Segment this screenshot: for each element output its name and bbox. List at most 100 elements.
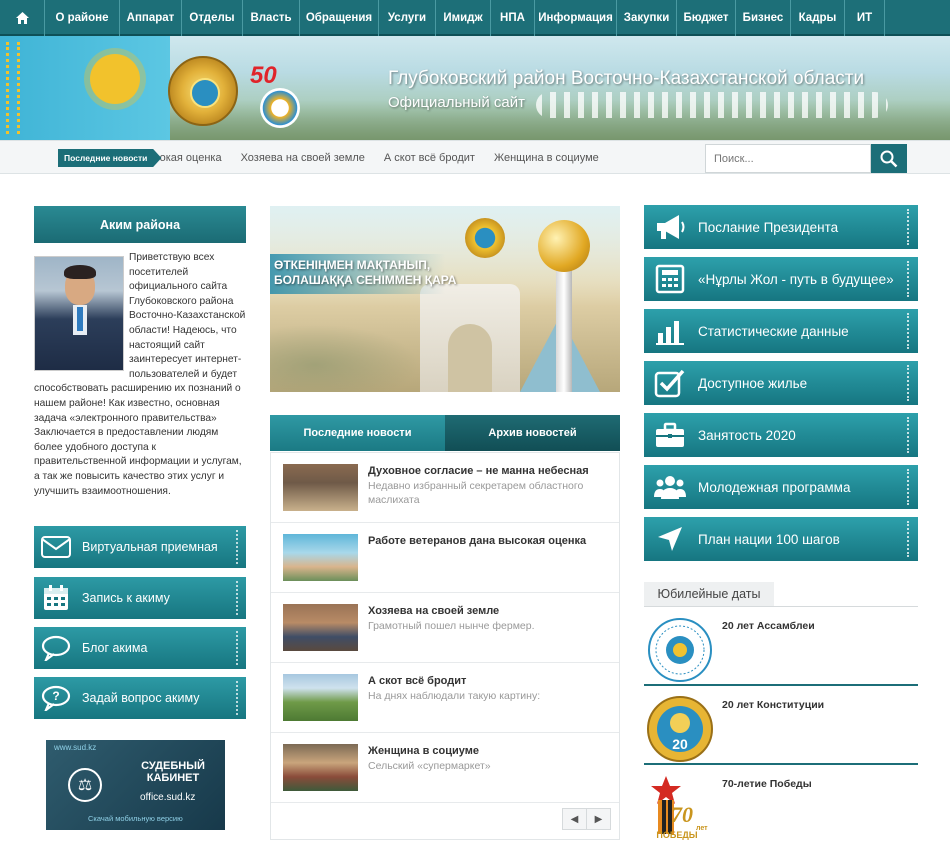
jubilee-title[interactable]: 20 лет Конституции [722,699,824,711]
briefcase-icon [648,413,692,457]
hero-baiterek-ball [538,220,590,272]
virtual-reception-label: Виртуальная приемная [82,540,218,554]
news-thumbnail[interactable] [283,464,358,511]
jubilee-title[interactable]: 70-летие Победы [722,778,812,790]
nav-item-about[interactable]: О районе [45,0,120,36]
jubilee-item[interactable]: 70 лет ПОБЕДЫ 70-летие Победы [644,766,918,844]
svg-text:20: 20 [672,736,688,752]
tab-latest-news[interactable]: Последние новости [270,415,445,451]
state-emblem-icon[interactable] [168,56,238,126]
news-description: На днях наблюдали такую картину: [368,690,541,702]
jubilee-title[interactable]: 20 лет Ассамблеи [722,620,815,632]
home-button[interactable] [0,0,45,36]
news-title[interactable]: Женщина в социуме [368,745,479,757]
assembly-logo-icon[interactable] [644,614,716,684]
nav-item-budget[interactable]: Бюджет [677,0,736,36]
button-ornament [907,521,913,557]
victory-badge-number: 70 [671,802,693,827]
news-thumbnail[interactable] [283,744,358,791]
navigation-arrow-icon [648,517,692,561]
hero-slogan-line1: ӨТКЕНІҢМЕН МАҚТАНЫП, [274,258,431,272]
tab-news-archive[interactable]: Архив новостей [445,415,620,451]
button-ornament [907,313,913,349]
president-address-button[interactable]: Послание Президента [644,205,918,249]
news-title[interactable]: Духовное согласие – не манна небесная [368,465,589,477]
ask-akim-button[interactable]: ? Задай вопрос акиму [34,677,246,719]
news-item[interactable]: Работе ветеранов дана высокая оценка [271,523,619,593]
nav-item-information[interactable]: Информация [535,0,617,36]
virtual-reception-button[interactable]: Виртуальная приемная [34,526,246,568]
nurly-zhol-button[interactable]: «Нұрлы Жол - путь в будущее» [644,257,918,301]
news-ticker-bar: Последние новости сокая оценка Хозяева н… [0,140,950,174]
next-arrow-button[interactable]: ▶ [587,809,610,829]
jubilee-heading: Юбилейные даты [644,582,774,606]
victory-badge-victory: ПОБЕДЫ [656,830,697,840]
employment-2020-button[interactable]: Занятость 2020 [644,413,918,457]
news-thumbnail[interactable] [283,674,358,721]
news-item[interactable]: Женщина в социуме Сельский «супермаркет» [271,733,619,803]
news-title[interactable]: Хозяева на своей земле [368,605,499,617]
search-input[interactable] [705,144,871,173]
hero-emblem-icon [465,218,505,258]
ticker-label: Последние новости [58,149,162,167]
court-cabinet-banner[interactable]: www.sud.kz ⚖ СУДЕБНЫЙ КАБИНЕТ office.sud… [46,740,225,830]
jubilee-item[interactable]: 20 лет Ассамблеи [644,608,918,686]
affordable-housing-button[interactable]: Доступное жилье [644,361,918,405]
news-title[interactable]: А скот всё бродит [368,675,466,687]
akim-heading: Аким района [34,206,246,243]
nav-item-it[interactable]: ИТ [845,0,885,36]
nav-item-departments[interactable]: Отделы [182,0,243,36]
nav-item-apparatus[interactable]: Аппарат [120,0,182,36]
anniversary-flower-icon [260,88,300,128]
nation-plan-button[interactable]: План нации 100 шагов [644,517,918,561]
hero-baiterek-stem [556,266,572,392]
nav-item-services[interactable]: Услуги [379,0,436,36]
court-site: office.sud.kz [140,792,196,803]
news-title[interactable]: Работе ветеранов дана высокая оценка [368,535,586,547]
employment-2020-label: Занятость 2020 [698,427,796,443]
youth-program-button[interactable]: Молодежная программа [644,465,918,509]
checkbox-icon [648,361,692,405]
site-subtitle: Официальный сайт [388,94,525,111]
search-icon [880,150,898,167]
victory-70-logo-icon[interactable]: 70 лет ПОБЕДЫ [644,772,716,842]
news-pager: ◀ ▶ [562,808,611,830]
anniversary-number: 50 [250,62,277,89]
news-item[interactable]: Хозяева на своей земле Грамотный пошел н… [271,593,619,663]
hero-slideshow-image[interactable]: ӨТКЕНІҢМЕН МАҚТАНЫП, БОЛАШАҚҚА СЕНІММЕН … [270,206,620,392]
constitution-logo-icon[interactable]: 20 [644,693,716,763]
nav-item-staff[interactable]: Кадры [791,0,845,36]
jubilee-item[interactable]: 20 20 лет Конституции [644,687,918,765]
chat-bubble-icon [34,627,78,669]
jubilee-divider [644,606,918,607]
statistics-button[interactable]: Статистические данные [644,309,918,353]
hero-slogan: ӨТКЕНІҢМЕН МАҚТАНЫП, БОЛАШАҚҚА СЕНІММЕН … [274,258,456,288]
nation-plan-label: План нации 100 шагов [698,531,840,547]
appointment-button[interactable]: Запись к акиму [34,577,246,619]
nav-item-business[interactable]: Бизнес [736,0,791,36]
search-button[interactable] [871,144,907,173]
ticker-item[interactable]: сокая оценка [154,152,222,164]
prev-arrow-button[interactable]: ◀ [563,809,587,829]
affordable-housing-label: Доступное жилье [698,375,808,391]
ticker-item[interactable]: Женщина в социуме [494,152,599,164]
banner-ornament [536,92,888,118]
nav-item-procurement[interactable]: Закупки [617,0,677,36]
court-url: www.sud.kz [54,743,97,752]
nav-item-image[interactable]: Имидж [436,0,491,36]
victory-badge-years: лет [696,825,708,832]
button-ornament [907,209,913,245]
news-thumbnail[interactable] [283,534,358,581]
nav-item-authority[interactable]: Власть [243,0,300,36]
nav-item-appeals[interactable]: Обращения [300,0,379,36]
nav-item-npa[interactable]: НПА [491,0,535,36]
news-item[interactable]: А скот всё бродит На днях наблюдали таку… [271,663,619,733]
news-description: Грамотный пошел нынче фермер. [368,620,535,632]
news-thumbnail[interactable] [283,604,358,651]
akim-blog-button[interactable]: Блог акима [34,627,246,669]
button-ornament [236,530,242,564]
news-item[interactable]: Духовное согласие – не манна небесная Не… [271,453,619,523]
ticker-item[interactable]: А скот всё бродит [384,152,475,164]
hero-arch [420,284,520,392]
ticker-item[interactable]: Хозяева на своей земле [241,152,365,164]
